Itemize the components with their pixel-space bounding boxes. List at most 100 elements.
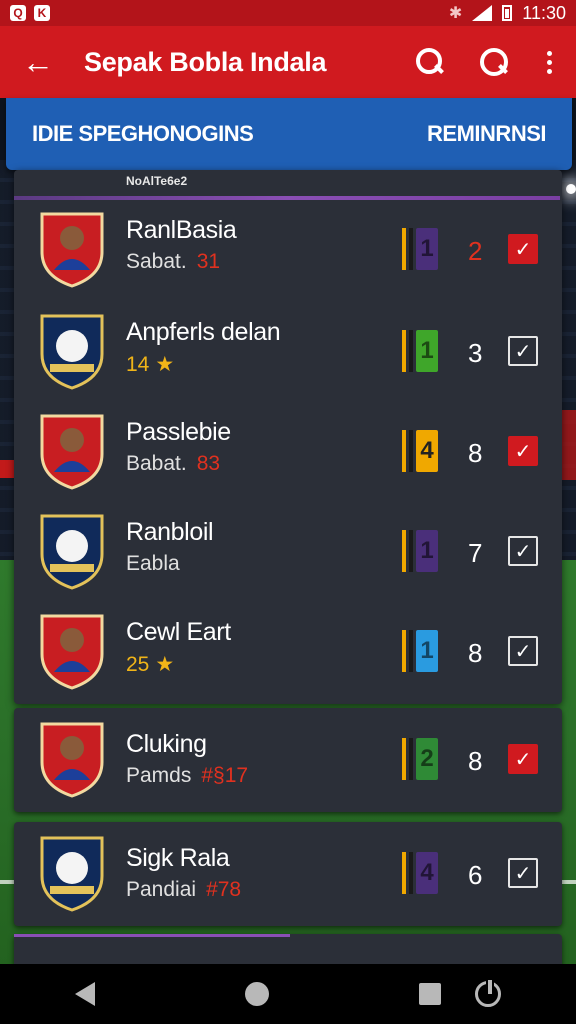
form-value: 1	[416, 630, 438, 672]
nav-back-icon[interactable]	[75, 982, 95, 1006]
team-count: 8	[468, 638, 483, 668]
player-crest-icon	[36, 410, 108, 490]
team-name: Sigk Rala	[126, 844, 230, 872]
app-notification-icon: Q	[10, 5, 26, 21]
form-stripe	[402, 852, 406, 894]
form-value: 1	[416, 530, 438, 572]
form-stripe	[409, 530, 413, 572]
team-count: 7	[468, 538, 483, 568]
team-subtitle: Babat. 83	[126, 452, 220, 476]
club-crest-icon	[36, 310, 108, 390]
team-row[interactable]: Cluking Pamds #§17 2 8 ✓	[14, 708, 562, 812]
team-subtitle: 25 ★	[126, 652, 174, 677]
form-indicator: 1	[402, 630, 442, 672]
app-title: Sepak Bobla Indala	[84, 46, 327, 77]
team-count: 2	[468, 236, 483, 266]
player-crest-icon	[36, 718, 108, 798]
search-icon[interactable]	[416, 48, 444, 76]
select-checkbox[interactable]: ✓	[508, 858, 538, 888]
back-arrow-icon[interactable]: ←	[22, 44, 62, 81]
form-stripe	[402, 738, 406, 780]
team-row[interactable]: Sigk Rala Pandiai #78 4 6 ✓	[14, 822, 562, 926]
signal-icon	[472, 5, 493, 21]
team-subtitle: Eabla	[126, 552, 190, 576]
nav-home-icon[interactable]	[245, 982, 269, 1006]
form-value: 1	[416, 330, 438, 372]
form-stripe	[409, 430, 413, 472]
team-name: Passlebie	[126, 418, 231, 446]
select-checkbox[interactable]: ✓	[508, 336, 538, 366]
team-subtitle: Pandiai #78	[126, 878, 241, 902]
team-sub-label: Eabla	[126, 552, 180, 575]
team-sub-value: #§17	[201, 764, 249, 787]
select-checkbox[interactable]: ✓	[508, 744, 538, 774]
nav-recents-icon[interactable]	[419, 983, 441, 1005]
media-notification-icon: K	[34, 5, 50, 21]
form-indicator: 4	[402, 852, 442, 894]
form-value: 2	[416, 738, 438, 780]
status-time: 11:30	[522, 2, 566, 23]
form-indicator: 1	[402, 228, 442, 270]
form-indicator: 4	[402, 430, 442, 472]
team-name: Ranbloil	[126, 518, 214, 546]
player-crest-icon	[36, 610, 108, 690]
select-checkbox[interactable]: ✓	[508, 536, 538, 566]
form-stripe	[402, 228, 406, 270]
team-row[interactable]: Ranbloil Eabla 1 7 ✓	[14, 510, 562, 608]
more-options-icon[interactable]	[544, 50, 554, 74]
team-count: 8	[468, 746, 483, 776]
form-indicator: 1	[402, 530, 442, 572]
team-sub-label: Pandiai	[126, 878, 197, 901]
team-sub-value: #78	[206, 878, 242, 901]
form-stripe	[402, 430, 406, 472]
select-checkbox[interactable]: ✓	[508, 436, 538, 466]
team-sub-value: 14	[126, 353, 150, 376]
form-stripe	[402, 330, 406, 372]
form-stripe	[409, 630, 413, 672]
floodlight	[566, 184, 576, 194]
stadium-banner	[562, 410, 576, 480]
team-row[interactable]: Cewl Eart 25 ★ 1 8 ✓	[14, 610, 562, 708]
star-icon: ★	[155, 353, 175, 376]
team-sub-label: Babat.	[126, 452, 187, 475]
team-row[interactable]: Passlebie Babat. 83 4 8 ✓	[14, 410, 562, 508]
team-sub-value: 31	[196, 250, 221, 273]
list-sub-label: NoAlTe6e2	[126, 174, 188, 188]
form-value: 4	[416, 852, 438, 894]
team-row[interactable]: Anpferls delan 14 ★ 1 3 ✓	[14, 310, 562, 408]
star-icon: ★	[155, 653, 175, 676]
form-stripe	[409, 852, 413, 894]
tab-strip: IDIE SPEGHONOGINS REMINRNSI	[6, 98, 572, 170]
form-stripe	[402, 630, 406, 672]
team-sub-value: 25	[126, 653, 150, 676]
team-sub-label: Pamds	[126, 764, 192, 787]
player-crest-icon	[36, 208, 108, 288]
team-subtitle: 14 ★	[126, 352, 174, 377]
team-name: Cewl Eart	[126, 618, 231, 646]
system-nav-bar	[0, 964, 576, 1024]
section-divider	[14, 934, 290, 937]
tab-remaining[interactable]: REMINRNSI	[427, 121, 546, 147]
team-sub-value: 83	[196, 452, 221, 475]
team-row[interactable]: RanlBasia Sabat. 31 1 2 ✓	[14, 208, 562, 306]
power-icon[interactable]	[475, 978, 501, 1007]
search-alt-icon[interactable]	[480, 48, 508, 76]
team-subtitle: Pamds #§17	[126, 764, 248, 788]
section-divider	[14, 196, 560, 200]
bluetooth-icon: ✱	[448, 5, 463, 22]
form-value: 1	[416, 228, 438, 270]
team-sub-label: Sabat.	[126, 250, 187, 273]
select-checkbox[interactable]: ✓	[508, 636, 538, 666]
form-value: 4	[416, 430, 438, 472]
form-indicator: 1	[402, 330, 442, 372]
select-checkbox[interactable]: ✓	[508, 234, 538, 264]
form-indicator: 2	[402, 738, 442, 780]
team-subtitle: Sabat. 31	[126, 250, 220, 274]
team-name: Cluking	[126, 730, 207, 758]
battery-icon	[502, 5, 513, 21]
form-stripe	[409, 738, 413, 780]
form-stripe	[409, 330, 413, 372]
tab-standings[interactable]: IDIE SPEGHONOGINS	[32, 121, 254, 147]
team-count: 8	[468, 438, 483, 468]
form-stripe	[402, 530, 406, 572]
